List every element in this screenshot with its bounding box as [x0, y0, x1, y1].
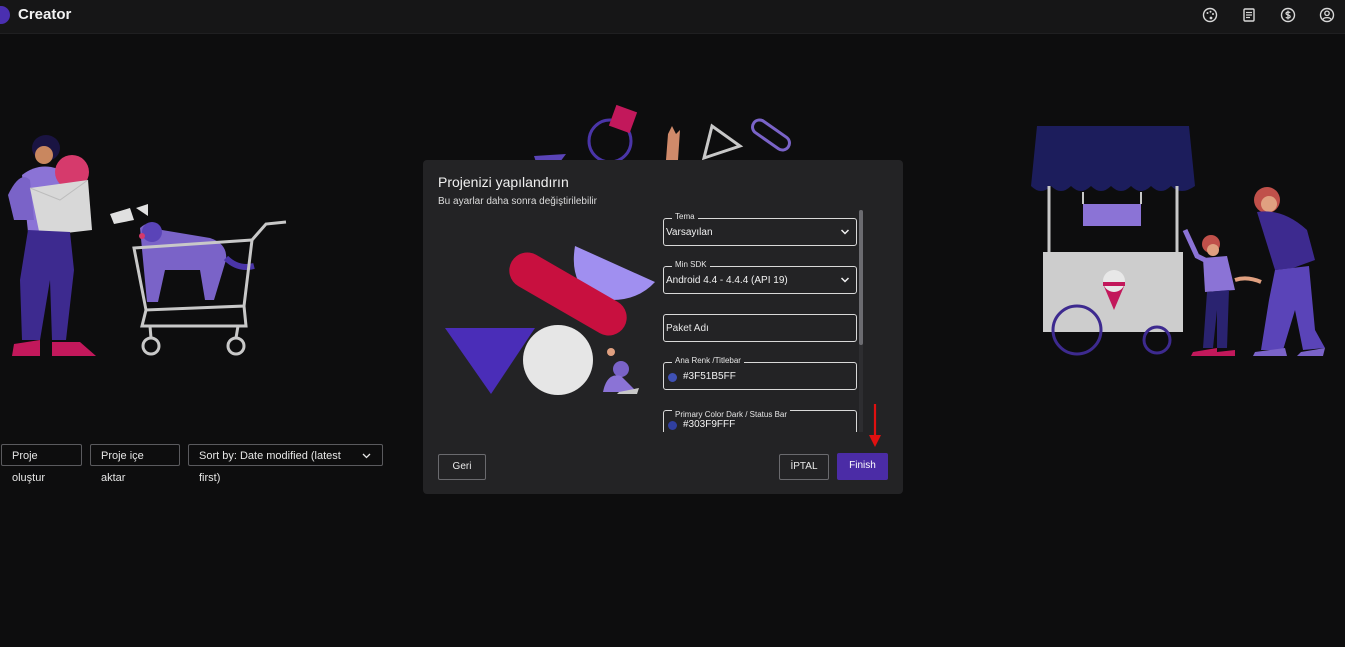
- primary-dark-swatch[interactable]: [668, 421, 677, 430]
- primary-dark-clip: Primary Color Dark / Status Bar #303F9FF…: [663, 410, 857, 432]
- package-name-placeholder: Paket Adı: [666, 323, 709, 334]
- theme-value: Varsayılan: [666, 227, 713, 238]
- finish-button[interactable]: Finish: [837, 453, 888, 480]
- min-sdk-select[interactable]: Min SDK Android 4.4 - 4.4.4 (API 19): [663, 260, 857, 294]
- shopping-illustration: [8, 135, 287, 356]
- docs-icon[interactable]: [1241, 7, 1257, 23]
- app-logo-icon: [0, 6, 10, 24]
- configure-project-dialog: Projenizi yapılandırın Bu ayarlar daha s…: [423, 160, 903, 494]
- account-icon[interactable]: [1319, 7, 1335, 23]
- form-scrollbar[interactable]: [859, 210, 863, 432]
- sort-label: Sort by: Date modified (latest first): [199, 450, 341, 484]
- sort-dropdown[interactable]: Sort by: Date modified (latest first): [188, 444, 383, 484]
- dollar-icon[interactable]: [1280, 7, 1296, 23]
- primary-color-field[interactable]: Ana Renk /Titlebar #3F51B5FF: [663, 356, 857, 390]
- chevron-down-icon: [840, 277, 850, 283]
- dialog-subtitle: Bu ayarlar daha sonra değiştirilebilir: [438, 196, 597, 207]
- primary-color-swatch[interactable]: [668, 373, 677, 382]
- create-project-button[interactable]: Proje oluştur: [1, 444, 82, 484]
- shapes-illustration: [534, 104, 791, 162]
- package-name-field[interactable]: Paket Adı: [663, 314, 857, 342]
- theme-select[interactable]: Tema Varsayılan: [663, 212, 857, 246]
- chevron-down-icon: [840, 229, 850, 235]
- primary-color-label: Ana Renk /Titlebar: [672, 356, 744, 365]
- market-stall-illustration: [1031, 126, 1325, 356]
- chevron-down-icon: [362, 453, 371, 459]
- dialog-title: Projenizi yapılandırın: [438, 174, 569, 190]
- primary-dark-value: #303F9FFF: [683, 419, 736, 430]
- min-sdk-value: Android 4.4 - 4.4.4 (API 19): [666, 275, 788, 286]
- annotation-arrow-icon: [869, 404, 881, 447]
- primary-dark-label: Primary Color Dark / Status Bar: [672, 410, 791, 419]
- back-button[interactable]: Geri: [438, 454, 486, 480]
- cancel-button[interactable]: İPTAL: [779, 454, 829, 480]
- theme-label: Tema: [672, 212, 698, 221]
- app-topbar: Creator: [0, 0, 1345, 34]
- dialog-illustration: [445, 246, 655, 395]
- scrollbar-thumb[interactable]: [859, 210, 863, 345]
- app-title: Creator: [18, 6, 72, 23]
- palette-icon[interactable]: [1202, 7, 1218, 23]
- primary-color-value: #3F51B5FF: [683, 371, 736, 382]
- primary-dark-field[interactable]: Primary Color Dark / Status Bar #303F9FF…: [663, 410, 857, 432]
- min-sdk-label: Min SDK: [672, 260, 710, 269]
- import-project-button[interactable]: Proje içe aktar: [90, 444, 180, 484]
